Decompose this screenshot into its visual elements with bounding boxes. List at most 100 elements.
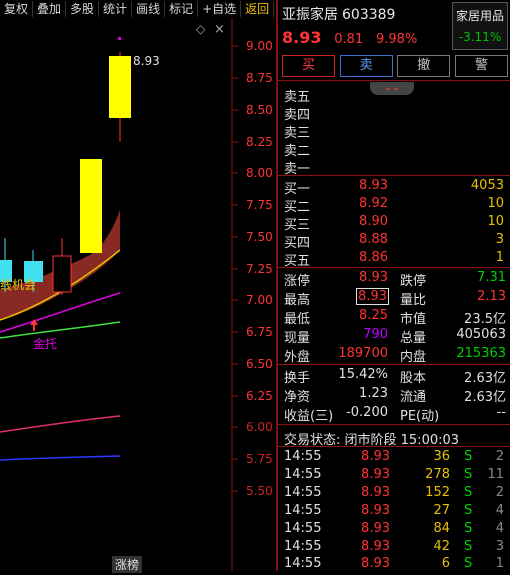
float-shares-value: 2.63亿	[464, 390, 506, 405]
candle-limit-up	[109, 56, 131, 118]
bid-volume: 10	[487, 214, 504, 229]
toolbar-draw-line[interactable]: 画线	[132, 1, 166, 17]
y-tick: 8.00	[246, 166, 273, 180]
y-tick: 7.00	[246, 293, 273, 307]
tick-row[interactable]: 14:55 8.93 84 S 4	[278, 521, 510, 538]
low-value: 8.25	[359, 308, 388, 323]
quote-row: 现量 790 总量 405063	[278, 326, 510, 346]
stock-name: 亚振家居	[282, 7, 338, 23]
quote-row: 收益(三) -0.200 PE(动) --	[278, 404, 510, 424]
high-label: 最高	[284, 293, 311, 308]
divider-line	[278, 80, 510, 81]
tick-price: 8.93	[361, 503, 390, 518]
tick-row[interactable]: 14:55 8.93 152 S 2	[278, 485, 510, 502]
tick-price: 8.93	[361, 521, 390, 536]
bid-row[interactable]: 买一 8.93 4053	[278, 177, 510, 197]
alert-button[interactable]: 警	[454, 55, 508, 77]
divider-line	[278, 364, 510, 365]
tick-count: 4	[495, 521, 504, 536]
ask-row[interactable]: 卖五	[278, 85, 510, 105]
bid-volume: 3	[495, 232, 504, 247]
bottom-tag[interactable]: 涨榜	[112, 556, 143, 573]
tick-time: 14:55	[284, 521, 322, 536]
tick-row[interactable]: 14:55 8.93 6 S 1	[278, 556, 510, 573]
tick-time: 14:55	[284, 539, 322, 554]
y-tick: 7.25	[246, 262, 273, 276]
chart-toolbar: 复权 叠加 多股 统计 画线 标记 +自选 返回	[0, 0, 276, 18]
eps-label: 收益(三)	[284, 409, 334, 424]
bid-row[interactable]: 买二 8.92 10	[278, 195, 510, 215]
tick-count: 11	[487, 467, 504, 482]
total-volume-label: 总量	[400, 331, 427, 346]
tick-row[interactable]: 14:55 8.93 27 S 4	[278, 503, 510, 520]
bid-row[interactable]: 买五 8.86 1	[278, 249, 510, 269]
industry-change: -3.11%	[458, 30, 502, 44]
y-tick: 8.75	[246, 71, 273, 85]
candle-limit-up	[80, 159, 102, 253]
y-tick: 8.50	[246, 103, 273, 117]
quote-row: 净资 1.23 流通 2.63亿	[278, 385, 510, 405]
bid-row[interactable]: 买三 8.90 10	[278, 213, 510, 233]
ask-row[interactable]: 卖三	[278, 121, 510, 141]
tick-side: S	[464, 521, 473, 536]
net-assets-label: 净资	[284, 390, 311, 405]
sell-button[interactable]: 卖	[339, 55, 393, 77]
tick-price: 8.93	[361, 485, 390, 500]
bid-volume: 4053	[470, 178, 504, 193]
current-volume-value: 790	[363, 327, 388, 342]
high-value: 8.93	[356, 288, 389, 305]
quote-row: 涨停 8.93 跌停 7.31	[278, 269, 510, 289]
kline-chart[interactable]: ◇ × 9.00 8.75 8.50 8.25 8.00 7.75 7.50 7…	[0, 18, 276, 573]
y-tick: 6.25	[246, 389, 273, 403]
industry-name: 家居用品	[455, 9, 504, 23]
bid-price: 8.92	[359, 196, 388, 211]
tick-count: 2	[495, 449, 504, 464]
price-axis: 9.00 8.75 8.50 8.25 8.00 7.75 7.50 7.25 …	[232, 39, 273, 498]
y-tick: 9.00	[246, 39, 273, 53]
tick-price: 8.93	[361, 467, 390, 482]
y-tick: 5.50	[246, 484, 273, 498]
bid-price: 8.93	[359, 178, 388, 193]
ask-row[interactable]: 卖一	[278, 157, 510, 177]
tick-volume: 27	[433, 503, 450, 518]
tick-row[interactable]: 14:55 8.93 278 S 11	[278, 467, 510, 484]
tick-time: 14:55	[284, 449, 322, 464]
pe-label: PE(动)	[400, 409, 440, 424]
diamond-icon[interactable]: ◇	[196, 22, 206, 36]
tick-volume: 152	[425, 485, 450, 500]
inner-disk-value: 215363	[456, 346, 506, 361]
divider-line	[278, 267, 510, 268]
cancel-order-button[interactable]: 撤	[397, 55, 451, 77]
industry-box[interactable]: 家居用品 -3.11%	[452, 2, 508, 50]
toolbar-statistics[interactable]: 统计	[99, 1, 133, 17]
ma-line-green	[0, 321, 121, 339]
current-volume-label: 现量	[284, 331, 311, 346]
equity-value: 2.63亿	[464, 371, 506, 386]
ask-row[interactable]: 卖二	[278, 139, 510, 159]
net-assets-value: 1.23	[359, 386, 388, 401]
toolbar-mark[interactable]: 标记	[165, 1, 199, 17]
tick-side: S	[464, 485, 473, 500]
toolbar-overlay[interactable]: 叠加	[33, 1, 67, 17]
ask-row[interactable]: 卖四	[278, 103, 510, 123]
price-line: 8.93 0.81 9.98%	[282, 28, 417, 47]
toolbar-restore-rights[interactable]: 复权	[0, 1, 34, 17]
tick-side: S	[464, 449, 473, 464]
divider-line	[278, 446, 510, 447]
y-tick: 8.25	[246, 135, 273, 149]
tick-side: S	[464, 467, 473, 482]
y-tick: 5.75	[246, 452, 273, 466]
tick-count: 4	[495, 503, 504, 518]
divider-line	[278, 175, 510, 176]
tick-row[interactable]: 14:55 8.93 36 S 2	[278, 449, 510, 466]
buy-button[interactable]: 买	[282, 55, 335, 77]
close-icon[interactable]: ×	[214, 22, 225, 37]
tick-price: 8.93	[361, 449, 390, 464]
tick-row[interactable]: 14:55 8.93 42 S 3	[278, 539, 510, 556]
toolbar-back[interactable]: 返回	[241, 1, 275, 17]
toolbar-multi-stock[interactable]: 多股	[66, 1, 100, 17]
tick-side: S	[464, 556, 473, 571]
tick-price: 8.93	[361, 539, 390, 554]
toolbar-add-watchlist[interactable]: +自选	[198, 1, 242, 17]
bid-row[interactable]: 买四 8.88 3	[278, 231, 510, 251]
